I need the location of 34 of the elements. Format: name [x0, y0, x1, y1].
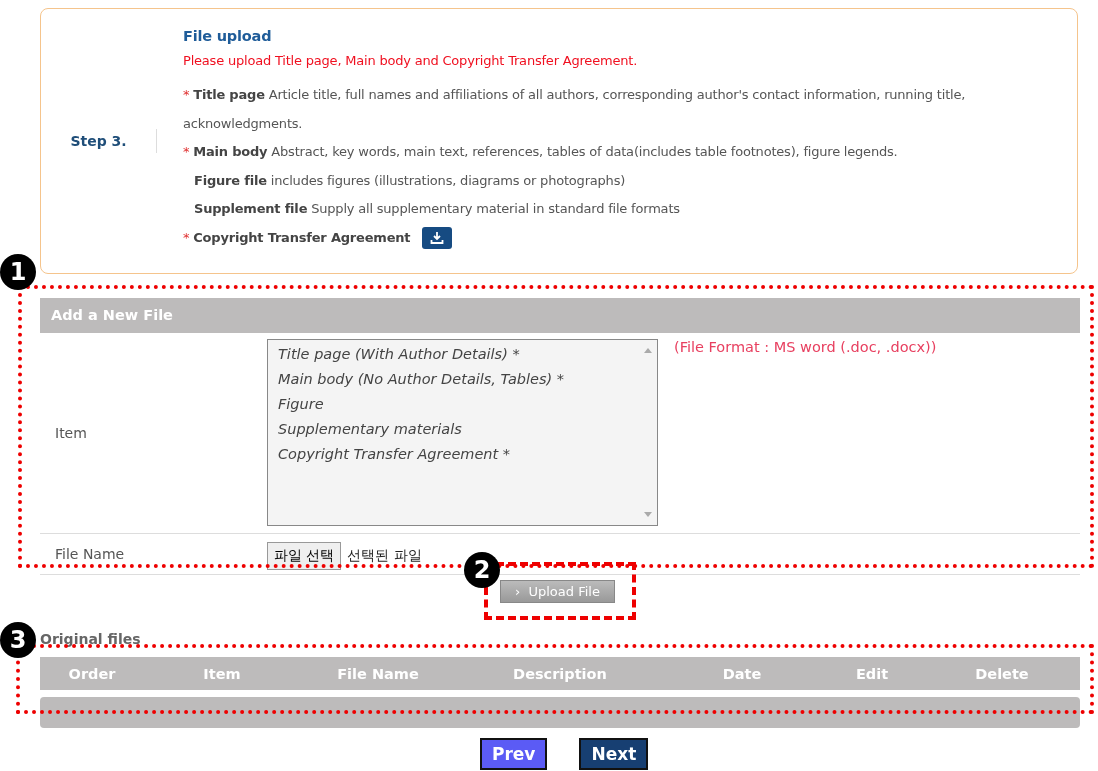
file-format-note: (File Format : MS word (.doc, .docx)) [674, 339, 937, 355]
step-title: File upload [183, 27, 273, 46]
column-header: File Name [336, 665, 420, 682]
step-label: Step 3. [41, 129, 157, 153]
item-label: Item [54, 424, 88, 443]
column-header: Edit [854, 665, 890, 682]
requirement-text: * Copyright Transfer Agreement [183, 223, 1053, 252]
prev-button[interactable]: Prev [480, 738, 548, 770]
column-header: Date [721, 665, 763, 682]
callout-number: 3 [0, 622, 36, 658]
section-header: Add a New File [40, 298, 1080, 333]
upload-notice: Please upload Title page, Main body and Copyright Transfer Agreement. [183, 52, 639, 70]
choose-file-button[interactable]: 파일 선택 [267, 542, 342, 570]
download-icon[interactable] [422, 227, 453, 249]
file-name-label: File Name [54, 545, 126, 564]
item-option[interactable]: Supplementary materials [278, 417, 629, 442]
no-file-text: 선택된 파일 [347, 547, 422, 565]
callout-number: 1 [0, 254, 36, 290]
requirement-text: * Main body Abstract, key words, main text, references, tables of data(includes table footnotes), figure legends. [183, 143, 899, 161]
item-listbox[interactable]: Title page (With Author Details) * Main body (No Author Details, Tables) * Figure Supplementary materials Copyright Transfer Agreement * [267, 339, 658, 526]
column-header: Description [512, 665, 608, 682]
callout-number: 2 [464, 552, 500, 588]
column-header: Order [67, 665, 117, 682]
column-header: Delete [974, 665, 1030, 682]
item-option[interactable]: Figure [278, 392, 629, 417]
item-option[interactable]: Main body (No Author Details, Tables) * [278, 367, 629, 392]
next-button[interactable]: Next [579, 738, 649, 770]
requirement-text: Supplement file Supply all supplementary material in standard file formats [193, 200, 681, 218]
column-header: Item [202, 665, 242, 682]
original-files-title: Original files [40, 631, 141, 647]
item-option[interactable]: Copyright Transfer Agreement * [278, 442, 629, 467]
requirement-text: Figure file includes figures (illustrations, diagrams or photographs) [193, 171, 627, 190]
item-option[interactable]: Title page (With Author Details) * [278, 342, 629, 367]
requirement-text: * Title page Article title, full names and affiliations of all authors, corresponding author's contact information, running title, acknowledgments. [183, 86, 967, 133]
